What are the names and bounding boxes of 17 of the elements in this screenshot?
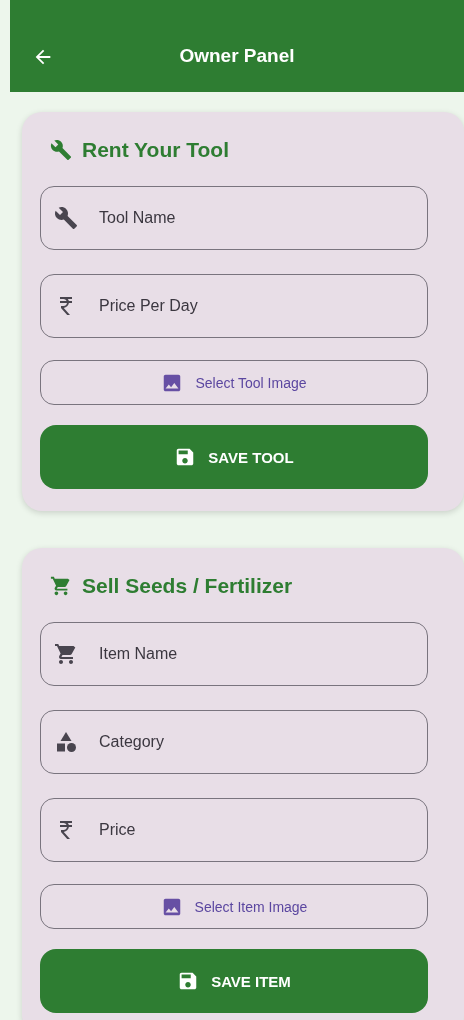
cart-icon bbox=[50, 575, 72, 597]
save-button[interactable]: SAVE TOOL bbox=[40, 425, 428, 489]
screen-title: Owner Panel bbox=[179, 45, 295, 67]
input-field[interactable]: Price Per Day bbox=[40, 274, 428, 338]
save-button[interactable]: SAVE ITEM bbox=[40, 949, 428, 1013]
input-field[interactable]: Item Name bbox=[40, 622, 428, 686]
select-image-button[interactable]: Select Item Image bbox=[40, 884, 428, 929]
wrench-icon bbox=[54, 206, 78, 230]
shapes-icon bbox=[54, 730, 78, 754]
input-field[interactable]: Category bbox=[40, 710, 428, 774]
card-title: Sell Seeds / Fertilizer bbox=[82, 574, 293, 598]
input-field[interactable]: Price bbox=[40, 798, 428, 862]
input-field[interactable]: Tool Name bbox=[40, 186, 428, 250]
select-image-button[interactable]: Select Tool Image bbox=[40, 360, 428, 405]
card-title: Rent Your Tool bbox=[82, 138, 229, 162]
cart-icon bbox=[54, 642, 78, 666]
wrench-icon bbox=[50, 139, 72, 161]
